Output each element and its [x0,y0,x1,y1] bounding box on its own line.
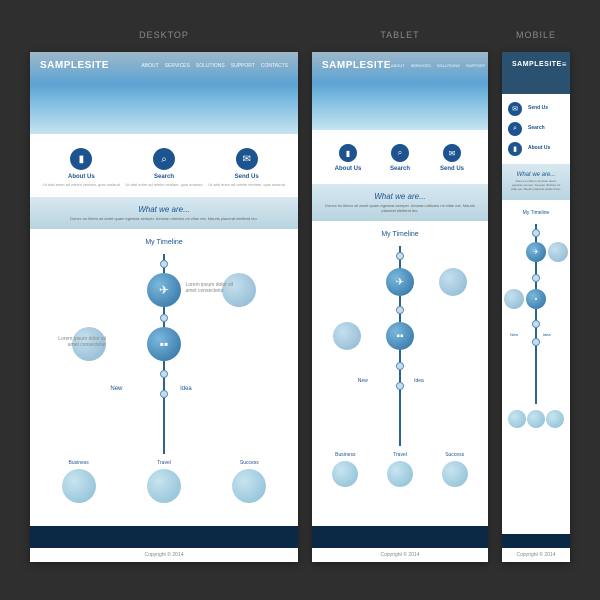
label-tablet: TABLET [380,30,419,40]
copyright: Copyright © 2014 [30,548,298,562]
biz-label: Business [62,460,96,466]
biz-label: Travel [147,460,181,466]
what-desc: Donec eu libero sit amet quam egestas se… [38,216,290,221]
mobile-mockup: SAMPLESITE≡ ✉Send Us ⌕Search ▮About Us W… [502,52,570,562]
mail-icon[interactable]: ✉ [508,102,522,116]
feature-title: Search [123,174,206,180]
logo[interactable]: SAMPLESITE [40,60,109,71]
nav-item[interactable]: ABOUT [141,63,158,69]
biz-circle [147,469,181,503]
chart-icon: ▪▪ [147,327,181,361]
label-mobile: MOBILE [516,30,556,40]
nav-item[interactable]: SERVICES [165,63,190,69]
menu-icon[interactable]: ≡ [562,60,567,69]
feature-title: About Us [40,174,123,180]
book-icon[interactable]: ▮ [70,148,92,170]
biz-circle [232,469,266,503]
nav-item[interactable]: SOLUTIONS [196,63,225,69]
biz-circle [62,469,96,503]
feature-desc: Ut wisi enim ad minim veniam, quis nostr… [123,182,206,187]
timeline-title: My Timeline [30,239,298,246]
feature-desc: Ut wisi enim ad minim veniam, quis nostr… [40,182,123,187]
desktop-mockup: SAMPLESITE ABOUT SERVICES SOLUTIONS SUPP… [30,52,298,562]
footer-bar [30,526,298,548]
nav: ABOUT SERVICES SOLUTIONS SUPPORT CONTACT… [141,63,288,69]
airplane-icon: ✈ [147,273,181,307]
search-icon[interactable]: ⌕ [508,122,522,136]
logo[interactable]: SAMPLESITE [512,61,562,68]
what-title: What we are... [38,205,290,214]
logo[interactable]: SAMPLESITE [322,60,391,71]
hero: SAMPLESITE ABOUT SERVICES SOLUTIONS SUPP… [30,52,298,134]
book-icon[interactable]: ▮ [339,144,357,162]
book-icon[interactable]: ▮ [508,142,522,156]
nav-item[interactable]: SUPPORT [231,63,255,69]
label-idea: Idea [180,386,192,392]
search-icon[interactable]: ⌕ [391,144,409,162]
tablet-mockup: SAMPLESITEABOUTSERVICESSOLUTIONSSUPPORTC… [312,52,488,562]
mail-icon[interactable]: ✉ [236,148,258,170]
feature-desc: Ut wisi enim ad minim veniam, quis nostr… [205,182,288,187]
feature-title: Send Us [205,174,288,180]
nav-item[interactable]: CONTACTS [261,63,288,69]
search-icon[interactable]: ⌕ [153,148,175,170]
label-new: New [110,386,122,392]
label-desktop: DESKTOP [139,30,189,40]
mail-icon[interactable]: ✉ [443,144,461,162]
biz-label: Success [232,460,266,466]
